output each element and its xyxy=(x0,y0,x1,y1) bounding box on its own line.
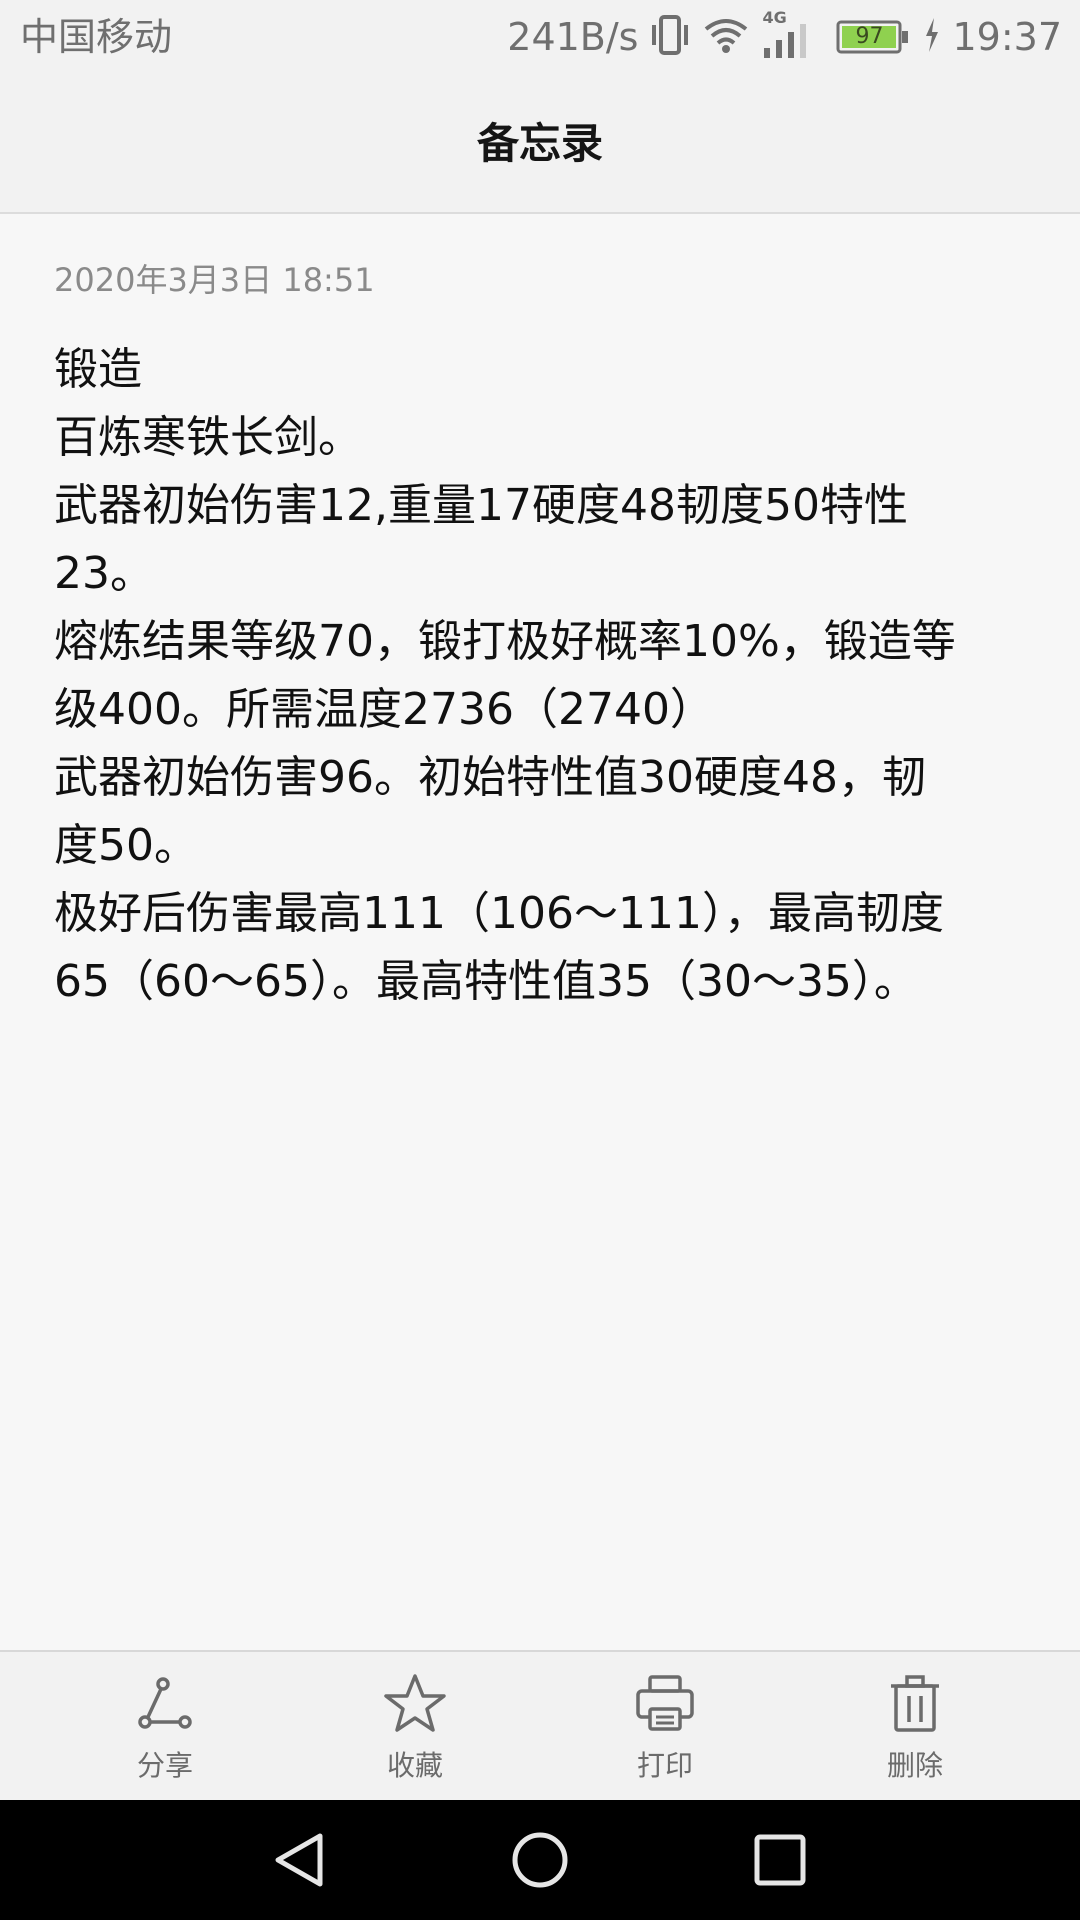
note-line: 级400。所需温度2736（2740） xyxy=(54,684,714,735)
note-line: 锻造 xyxy=(54,344,142,395)
charging-icon xyxy=(924,18,940,56)
navigation-bar xyxy=(0,1800,1080,1920)
page-title: 备忘录 xyxy=(476,119,603,168)
note-line: 百炼寒铁长剑。 xyxy=(54,412,362,463)
home-circle-icon[interactable] xyxy=(510,1830,570,1890)
note-line: 23。 xyxy=(54,548,154,599)
note-body[interactable]: 锻造 百炼寒铁长剑。 武器初始伤害12,重量17硬度48韧度50特性 23。 熔… xyxy=(54,336,1024,1016)
note-date: 2020年3月3日 18:51 xyxy=(54,261,375,299)
wifi-icon xyxy=(702,15,750,59)
printer-icon xyxy=(636,1675,694,1731)
note-line: 武器初始伤害12,重量17硬度48韧度50特性 xyxy=(54,480,908,531)
note-line: 熔炼结果等级70，锻打极好概率10%，锻造等 xyxy=(54,616,956,667)
note-line: 极好后伤害最高111（106～111），最高韧度 xyxy=(54,888,944,939)
status-icons: 241B/s 4G 97 19:37 xyxy=(507,10,1062,62)
share-button[interactable]: 分享 xyxy=(40,1652,290,1802)
share-icon xyxy=(138,1677,192,1729)
delete-button[interactable]: 删除 xyxy=(790,1652,1040,1802)
favorite-label: 收藏 xyxy=(386,1749,443,1782)
title-bar: 备忘录 xyxy=(0,74,1080,214)
print-button[interactable]: 打印 xyxy=(540,1652,790,1802)
note-line: 度50。 xyxy=(54,820,198,871)
battery-icon: 97 xyxy=(836,20,912,54)
share-label: 分享 xyxy=(136,1749,193,1782)
status-bar: 中国移动 241B/s 4G 97 19:37 xyxy=(0,0,1080,74)
star-icon xyxy=(384,1674,446,1732)
delete-label: 删除 xyxy=(886,1749,943,1782)
cellular-signal-icon: 4G xyxy=(762,10,810,60)
favorite-button[interactable]: 收藏 xyxy=(290,1652,540,1802)
clock: 19:37 xyxy=(952,15,1062,59)
vibrate-icon xyxy=(650,13,690,61)
recents-square-icon[interactable] xyxy=(750,1830,810,1890)
screen: 中国移动 241B/s 4G 97 19:37 备忘录 2020年3月3日 18… xyxy=(0,0,1080,1920)
note-line: 武器初始伤害96。初始特性值30硬度48，韧 xyxy=(54,752,926,803)
print-label: 打印 xyxy=(636,1749,693,1782)
trash-icon xyxy=(891,1675,939,1732)
network-speed: 241B/s xyxy=(507,15,639,59)
bottom-toolbar: 分享 收藏 打印 删除 xyxy=(0,1650,1080,1800)
note-content[interactable]: 2020年3月3日 18:51 锻造 百炼寒铁长剑。 武器初始伤害12,重量17… xyxy=(54,258,1024,1016)
carrier-name: 中国移动 xyxy=(20,15,173,59)
note-line: 65（60～65）。最高特性值35（30～35）。 xyxy=(54,956,918,1007)
back-triangle-icon[interactable] xyxy=(270,1830,330,1890)
battery-level: 97 xyxy=(855,24,884,49)
